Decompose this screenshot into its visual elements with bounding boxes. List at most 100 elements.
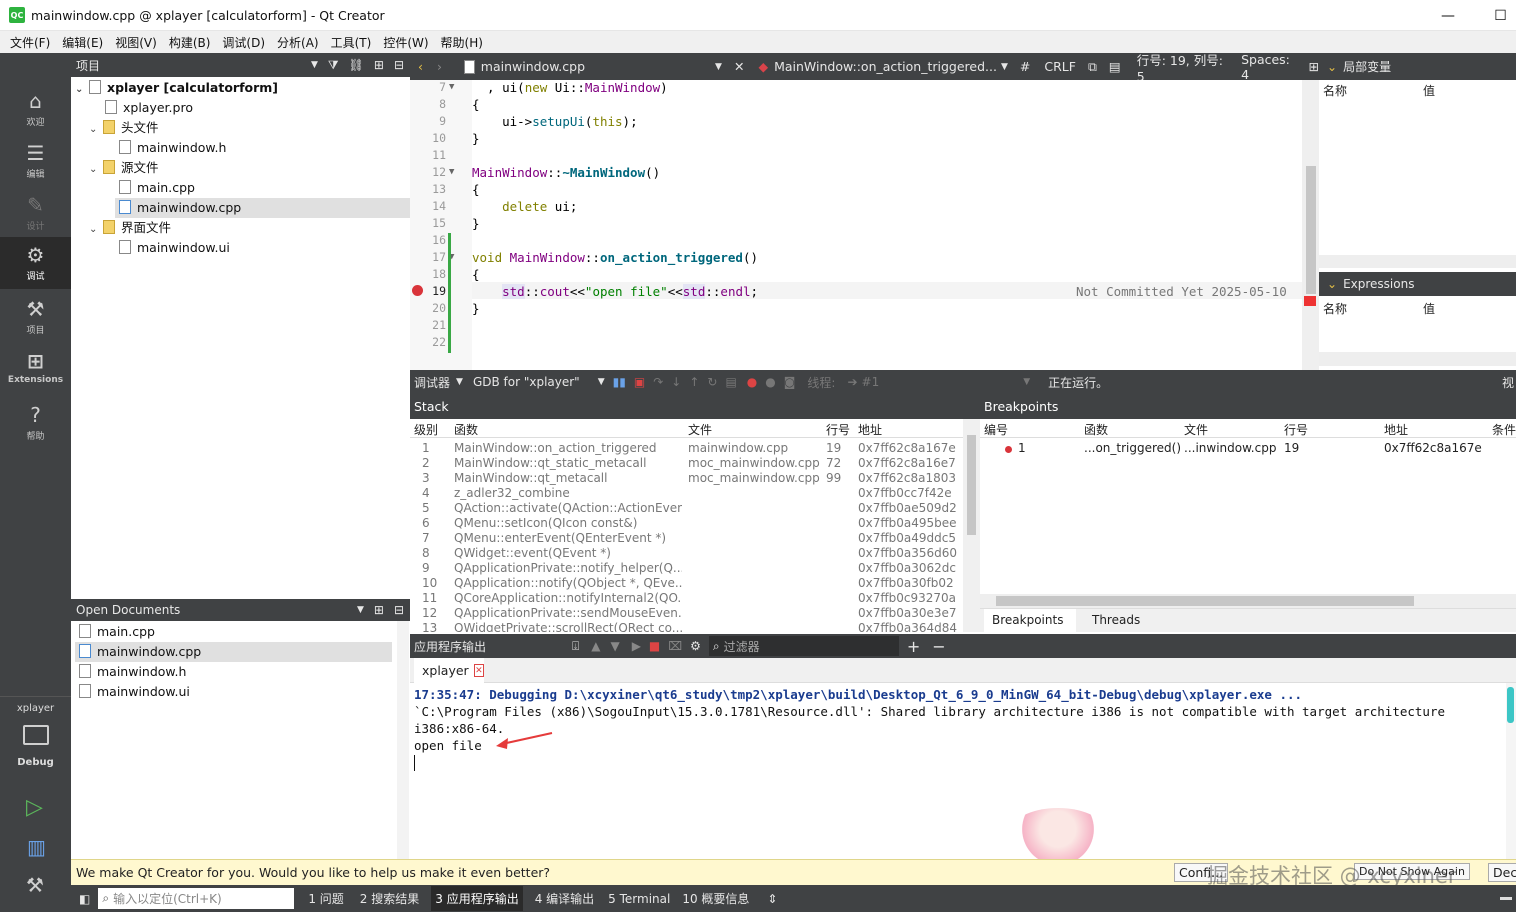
close-pane-icon[interactable]: ⊟ — [394, 58, 404, 72]
table-row[interactable]: 13 QWidgetPrivate::scrollRect(QRect co...… — [410, 621, 963, 632]
tree-item-forms[interactable]: ⌄ 界面文件 — [89, 218, 171, 238]
step-over-icon[interactable]: ↷ — [653, 375, 663, 389]
mode-design[interactable]: ✎ 设计 — [0, 187, 71, 239]
back-arrow-icon[interactable]: ‹ — [418, 59, 423, 74]
fold-marker-icon[interactable]: ▼ — [449, 167, 454, 177]
breakpoints-column-header[interactable]: 地址 — [1384, 421, 1408, 438]
menu-file[interactable]: 文件(F) — [4, 34, 56, 51]
breakpoints-column-header[interactable]: 行号 — [1284, 421, 1308, 438]
table-row[interactable]: 4 z_adler32_combine 0x7ffb0cc7f42e — [410, 486, 963, 501]
chevron-down-icon[interactable]: ▼ — [357, 605, 364, 615]
minimize-button[interactable]: — — [1428, 0, 1468, 31]
debug-run-icon[interactable]: ▥ — [27, 835, 46, 859]
table-row[interactable]: 8 QWidget::event(QEvent *) 0x7ffb0a356d60 — [410, 546, 963, 561]
tree-item-main-cpp[interactable]: main.cpp — [119, 178, 195, 198]
table-row[interactable]: 2 MainWindow::qt_static_metacall moc_mainw… — [410, 456, 963, 471]
stop-icon[interactable]: ■ — [649, 639, 660, 653]
link-icon[interactable]: ⧉ — [1088, 59, 1097, 75]
locator-input[interactable]: ⌕ 输入以定位(Ctrl+K) — [98, 888, 295, 909]
chevron-down-icon[interactable]: ▼ — [715, 62, 722, 72]
breakpoint-toggle-icon[interactable]: ● — [747, 375, 757, 389]
menu-build[interactable]: 构建(B) — [163, 34, 217, 51]
open-doc-item[interactable]: main.cpp — [79, 622, 155, 642]
close-document-icon[interactable]: ✕ — [734, 59, 744, 74]
continue-icon[interactable]: ▮▮ — [613, 375, 626, 389]
chevron-down-icon[interactable]: ▼ — [598, 377, 605, 387]
thread-selector[interactable]: #1 — [862, 375, 880, 389]
mode-extensions[interactable]: ⊞ Extensions — [0, 343, 71, 395]
vertical-scrollbar[interactable] — [1506, 683, 1516, 859]
table-row[interactable]: 12 QApplicationPrivate::sendMouseEven... 0… — [410, 606, 963, 621]
breakpoints-column-header[interactable]: 文件 — [1184, 421, 1208, 438]
table-row[interactable]: 7 QMenu::enterEvent(QEnterEvent *) 0x7ffb0… — [410, 531, 963, 546]
eol-selector[interactable]: CRLF — [1044, 59, 1076, 74]
pane-general-messages[interactable]: 10 概要信息 — [682, 890, 749, 907]
maximize-button[interactable]: ☐ — [1485, 0, 1516, 31]
view-menu[interactable]: 视 — [1502, 374, 1514, 391]
run-to-line-icon[interactable]: ▤ — [725, 375, 736, 389]
menu-view[interactable]: 视图(V) — [109, 34, 163, 51]
split-icon[interactable]: ⊞ — [374, 603, 384, 617]
indent-setting[interactable]: Spaces: 4 — [1241, 52, 1294, 82]
disable-breakpoints-icon[interactable]: ● — [765, 375, 775, 389]
breakpoints-column-header[interactable]: 函数 — [1084, 421, 1108, 438]
tab-breakpoints[interactable]: Breakpoints — [984, 609, 1076, 633]
open-doc-item[interactable]: mainwindow.h — [79, 662, 186, 682]
minus-icon[interactable]: − — [932, 637, 945, 656]
table-row[interactable]: 10 QApplication::notify(QObject *, QEve..… — [410, 576, 963, 591]
pane-application-output[interactable]: 3 应用程序输出 — [431, 886, 523, 911]
decline-button[interactable]: Dec — [1488, 863, 1516, 882]
stack-column-header[interactable]: 行号 — [826, 421, 850, 438]
chevron-down-icon[interactable]: ▼ — [311, 60, 318, 70]
split-icon[interactable]: ⊞ — [374, 58, 384, 72]
pane-terminal[interactable]: 5 Terminal — [608, 892, 670, 906]
rerun-icon[interactable]: ▶ — [632, 639, 641, 653]
stack-column-header[interactable]: 文件 — [688, 421, 712, 438]
build-hammer-icon[interactable]: ⚒ — [26, 873, 44, 897]
progress-toggle-icon[interactable] — [1500, 897, 1512, 900]
close-pane-icon[interactable]: ⊟ — [394, 603, 404, 617]
menu-debug[interactable]: 调试(D) — [216, 34, 271, 51]
clear-icon[interactable]: ⌧ — [668, 639, 682, 653]
code-editor[interactable]: 7 8 9 10 11 12 13 14 15 16 17 18 19 20 2… — [410, 80, 1319, 370]
mode-help[interactable]: ? 帮助 — [0, 397, 71, 449]
horizontal-scrollbar[interactable] — [1319, 255, 1516, 268]
pane-chooser-icon[interactable]: ⇕ — [767, 892, 777, 906]
output-tab-xplayer[interactable]: xplayer ✕ — [414, 658, 484, 683]
forward-arrow-icon[interactable]: › — [437, 59, 442, 74]
down-arrow-icon[interactable]: ▼ — [610, 639, 619, 653]
stack-column-header[interactable]: 级别 — [414, 421, 438, 438]
step-out-icon[interactable]: ↑ — [689, 375, 699, 389]
stack-column-header[interactable]: 函数 — [454, 421, 478, 438]
stop-debug-icon[interactable]: ▣ — [634, 375, 645, 389]
tree-item-project[interactable]: ⌄ xplayer [calculatorform] — [75, 78, 278, 98]
table-row[interactable]: 11 QCoreApplication::notifyInternal2(QO..… — [410, 591, 963, 606]
open-doc-item[interactable]: mainwindow.ui — [79, 682, 190, 702]
mode-projects[interactable]: ⚒ 项目 — [0, 291, 71, 343]
debug-engine-selector[interactable]: GDB for "xplayer" — [473, 375, 580, 389]
vertical-scrollbar[interactable] — [1302, 80, 1319, 370]
tree-item-headers[interactable]: ⌄ 头文件 — [89, 118, 159, 138]
menu-tools[interactable]: 工具(T) — [325, 34, 378, 51]
tree-item-mainwindow-ui[interactable]: mainwindow.ui — [119, 238, 230, 258]
menu-analyze[interactable]: 分析(A) — [271, 34, 325, 51]
open-doc-item[interactable]: mainwindow.cpp — [79, 642, 201, 662]
tab-threads[interactable]: Threads — [1084, 609, 1174, 633]
table-row[interactable]: 6 QMenu::setIcon(QIcon const&) 0x7ffb0a495… — [410, 516, 963, 531]
tree-item-mainwindow-cpp[interactable]: mainwindow.cpp — [119, 198, 241, 218]
snapshot-icon[interactable]: ◙ — [784, 375, 796, 389]
chevron-down-icon[interactable]: ⌄ — [75, 80, 89, 100]
chevron-down-icon[interactable]: ⌄ — [89, 160, 103, 180]
mode-edit[interactable]: ☰ 编辑 — [0, 135, 71, 187]
table-row[interactable]: 1 ...on_triggered() ...inwindow.cpp 19 0x7ff… — [980, 441, 1516, 458]
chevron-down-icon[interactable]: ⌄ — [89, 120, 103, 140]
step-into-icon[interactable]: ↓ — [671, 375, 681, 389]
vertical-scrollbar[interactable] — [963, 419, 980, 632]
chevron-down-icon[interactable]: ▼ — [1023, 377, 1030, 387]
close-tab-icon[interactable]: ✕ — [473, 664, 484, 677]
breakpoints-column-header[interactable]: 条件 — [1492, 421, 1516, 438]
table-row[interactable]: 9 QApplicationPrivate::notify_helper(Q...… — [410, 561, 963, 576]
symbol-selector[interactable]: MainWindow::on_action_triggered... — [774, 59, 997, 74]
toggle-sidebar-icon[interactable]: ◧ — [79, 892, 90, 906]
chevron-down-icon[interactable]: ⌄ — [89, 220, 103, 240]
